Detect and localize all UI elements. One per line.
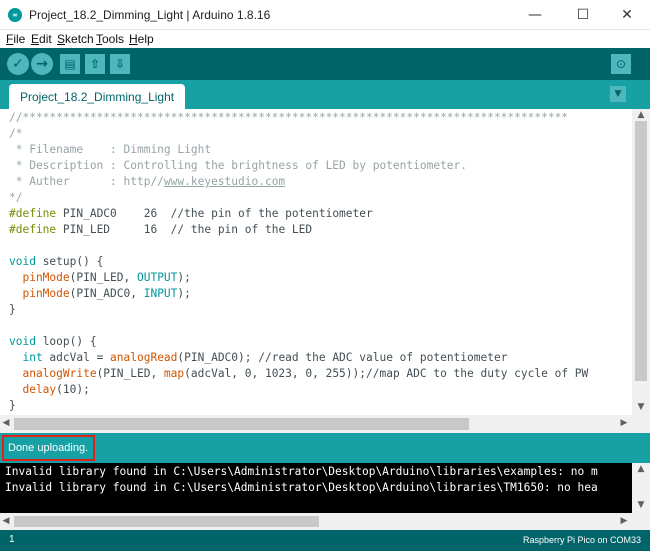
menu-edit[interactable]: Edit xyxy=(31,32,52,46)
triangle-down-icon: ▼ xyxy=(614,89,622,99)
magnifier-icon: ⊙ xyxy=(615,57,627,71)
website-link[interactable]: www.keyestudio.com xyxy=(164,175,285,188)
arduino-logo-icon: ∞ xyxy=(8,8,22,22)
console-line: Invalid library found in C:\Users\Admini… xyxy=(5,481,598,494)
editor-vertical-scrollbar[interactable]: ▲ ▼ xyxy=(632,109,650,415)
tab-bar: Project_18.2_Dimming_Light ▼ xyxy=(0,80,650,109)
tab-menu-button[interactable]: ▼ xyxy=(610,86,626,102)
status-bar: Done uploading. xyxy=(0,433,650,463)
window-title: Project_18.2_Dimming_Light | Arduino 1.8… xyxy=(29,8,271,22)
code-editor[interactable]: //**************************************… xyxy=(0,109,632,415)
check-icon: ✓ xyxy=(12,56,24,72)
menu-sketch[interactable]: Sketch xyxy=(57,32,94,46)
menu-tools[interactable]: Tools xyxy=(96,32,124,46)
scrollbar-corner xyxy=(632,415,650,433)
board-port-info: Raspberry Pi Pico on COM33 xyxy=(522,535,641,545)
menu-help[interactable]: Help xyxy=(129,32,154,46)
editor-vscroll-thumb[interactable] xyxy=(635,121,647,381)
scroll-down-icon[interactable]: ▼ xyxy=(632,500,650,510)
open-button[interactable]: ⇧ xyxy=(85,54,105,74)
toolbar: ✓ → ▤ ⇧ ⇩ ⊙ xyxy=(0,48,650,80)
code-line: /* xyxy=(9,127,23,140)
code-line: * Filename : Dimming Light xyxy=(9,143,212,156)
code-line: void loop() { xyxy=(9,335,97,348)
code-line: delay(10); xyxy=(9,383,90,396)
scroll-up-icon[interactable]: ▲ xyxy=(632,110,650,120)
code-line: pinMode(PIN_LED, OUTPUT); xyxy=(9,271,191,284)
code-line: * Description : Controlling the brightne… xyxy=(9,159,468,172)
maximize-button[interactable]: ☐ xyxy=(560,0,606,30)
scrollbar-corner xyxy=(632,513,650,530)
arrow-right-icon: → xyxy=(36,56,48,72)
arrow-up-icon: ⇧ xyxy=(89,57,101,71)
menu-bar: File Edit Sketch Tools Help xyxy=(0,30,650,48)
serial-monitor-button[interactable]: ⊙ xyxy=(611,54,631,74)
footer-bar: 1 Raspberry Pi Pico on COM33 xyxy=(0,530,650,551)
minimize-button[interactable]: — xyxy=(512,0,558,30)
highlight-box xyxy=(2,435,95,461)
console-line: Invalid library found in C:\Users\Admini… xyxy=(5,465,598,478)
line-number: 1 xyxy=(9,534,15,545)
code-line: #define PIN_LED 16 // the pin of the LED xyxy=(9,223,313,236)
code-line: } xyxy=(9,303,16,316)
file-icon: ▤ xyxy=(64,57,76,71)
editor-hscroll-thumb[interactable] xyxy=(14,418,469,430)
editor-horizontal-scrollbar[interactable]: ◀ ▶ xyxy=(0,415,632,433)
scroll-down-icon[interactable]: ▼ xyxy=(632,402,650,412)
console-vertical-scrollbar[interactable]: ▲ ▼ xyxy=(632,463,650,513)
code-line: void setup() { xyxy=(9,255,104,268)
code-line: * Auther : http//www.keyestudio.com xyxy=(9,175,286,188)
scroll-left-icon[interactable]: ◀ xyxy=(0,516,12,526)
console-horizontal-scrollbar[interactable]: ◀ ▶ xyxy=(0,513,632,530)
scroll-right-icon[interactable]: ▶ xyxy=(618,418,630,428)
code-line: int adcVal = analogRead(PIN_ADC0); //rea… xyxy=(9,351,508,364)
verify-button[interactable]: ✓ xyxy=(7,53,29,75)
scroll-left-icon[interactable]: ◀ xyxy=(0,418,12,428)
save-button[interactable]: ⇩ xyxy=(110,54,130,74)
code-line: } xyxy=(9,399,16,412)
console-output[interactable]: Invalid library found in C:\Users\Admini… xyxy=(0,463,632,513)
upload-button[interactable]: → xyxy=(31,53,53,75)
arrow-down-icon: ⇩ xyxy=(114,57,126,71)
code-line: //**************************************… xyxy=(9,111,569,124)
new-button[interactable]: ▤ xyxy=(60,54,80,74)
tab-sketch[interactable]: Project_18.2_Dimming_Light xyxy=(9,84,186,109)
scroll-up-icon[interactable]: ▲ xyxy=(632,464,650,474)
title-bar: ∞ Project_18.2_Dimming_Light | Arduino 1… xyxy=(0,0,650,30)
console-hscroll-thumb[interactable] xyxy=(14,516,319,527)
close-button[interactable]: ✕ xyxy=(604,0,650,30)
code-line: analogWrite(PIN_LED, map(adcVal, 0, 1023… xyxy=(9,367,589,380)
code-line: */ xyxy=(9,191,23,204)
code-line: #define PIN_ADC0 26 //the pin of the pot… xyxy=(9,207,373,220)
scroll-right-icon[interactable]: ▶ xyxy=(618,516,630,526)
menu-file[interactable]: File xyxy=(6,32,25,46)
code-line: pinMode(PIN_ADC0, INPUT); xyxy=(9,287,191,300)
